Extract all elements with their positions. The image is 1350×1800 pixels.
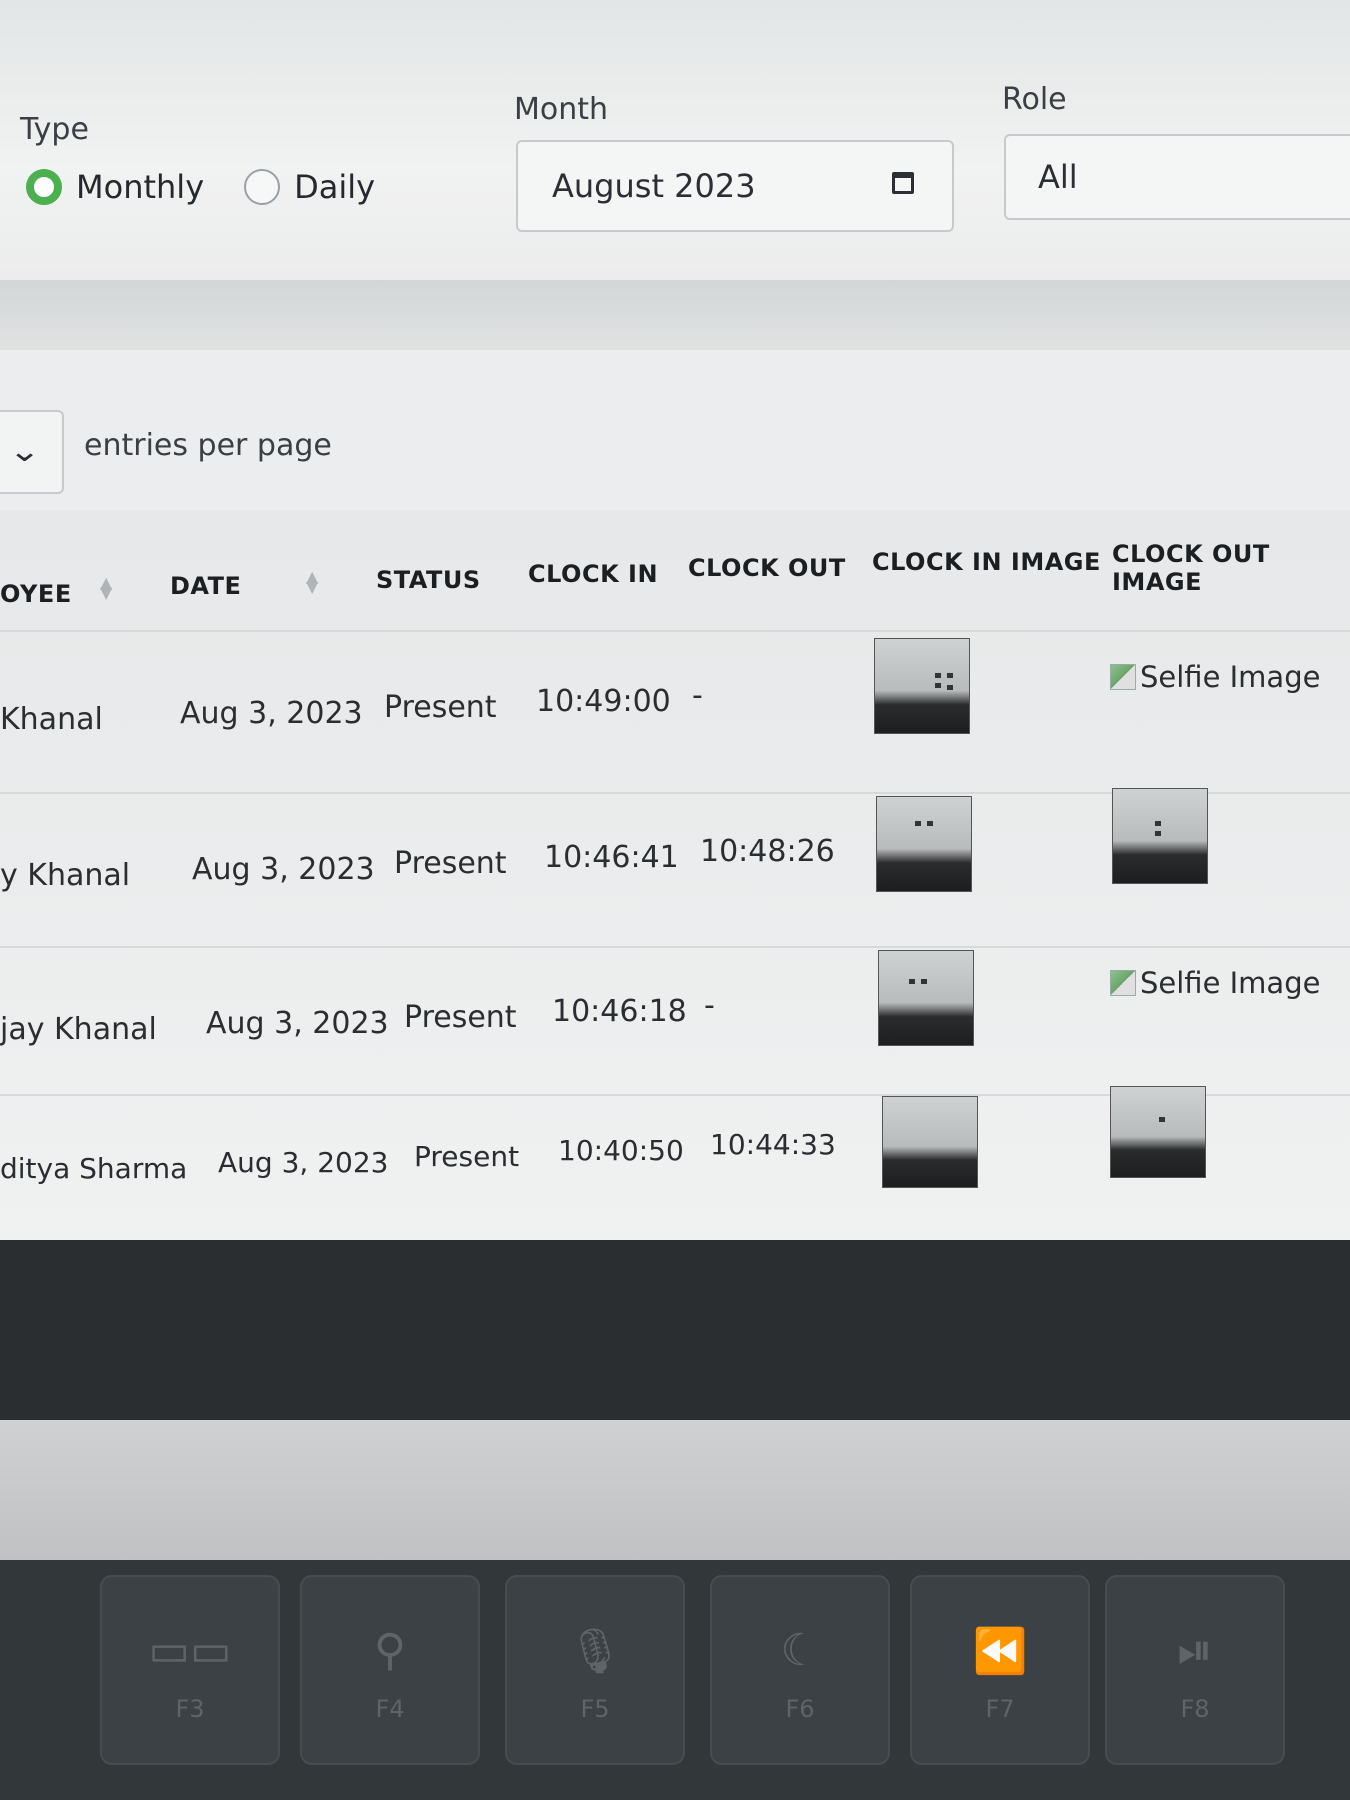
attendance-table: OYEE ▲ ▼ DATE ▲ ▼ STATUS CLOCK IN CLOCK OU…: [0, 510, 1350, 1240]
filter-card: Type Monthly Daily Month August 2023 Rol…: [0, 0, 1350, 280]
cell-date: Aug 3, 2023: [180, 696, 363, 731]
clock-in-image[interactable]: [878, 950, 974, 1046]
sort-icon[interactable]: ▲ ▼: [306, 569, 318, 595]
cell-status: Present: [414, 1140, 520, 1173]
radio-checked-icon: [26, 169, 62, 205]
row-divider: [0, 630, 1350, 632]
moon-icon: ☾: [780, 1625, 820, 1676]
radio-unchecked-icon: [244, 169, 281, 205]
cell-employee: Khanal: [0, 702, 103, 737]
broken-image-icon: [1110, 970, 1136, 996]
cell-clock-in: 10:49:00: [536, 684, 671, 719]
sort-icon[interactable]: ▲ ▼: [100, 575, 112, 601]
cell-date: Aug 3, 2023: [218, 1146, 389, 1179]
key-label: F6: [785, 1695, 815, 1723]
cell-clock-out: 10:44:33: [710, 1128, 836, 1161]
key-f5[interactable]: 🎙 F5: [505, 1575, 685, 1765]
type-label: Type: [20, 112, 89, 147]
clock-in-image[interactable]: [876, 796, 972, 892]
calendar-icon[interactable]: [892, 172, 914, 194]
mission-control-icon: ▭▭: [148, 1625, 232, 1676]
clock-out-image[interactable]: [1112, 788, 1208, 884]
col-clock-out-image[interactable]: CLOCK OUT IMAGE: [1112, 540, 1350, 596]
laptop-bezel: [0, 1240, 1350, 1420]
type-radio-group: Monthly Daily: [26, 168, 375, 206]
radio-monthly-label: Monthly: [76, 168, 205, 206]
cell-status: Present: [384, 690, 497, 725]
cell-employee: y Khanal: [0, 858, 131, 893]
radio-monthly[interactable]: Monthly: [26, 168, 204, 206]
cell-clock-in: 10:46:18: [552, 994, 687, 1029]
key-label: F3: [175, 1695, 205, 1723]
play-pause-icon: ⏯: [1177, 1625, 1213, 1676]
clock-out-image[interactable]: [1110, 1086, 1206, 1178]
broken-image-icon: [1110, 664, 1136, 690]
key-f3[interactable]: ▭▭ F3: [100, 1575, 280, 1765]
key-f8[interactable]: ⏯ F8: [1105, 1575, 1285, 1765]
cell-status: Present: [404, 1000, 517, 1035]
microphone-icon: 🎙: [567, 1626, 623, 1677]
key-label: F8: [1180, 1695, 1210, 1723]
rewind-icon: ⏪: [972, 1626, 1028, 1677]
clock-out-image[interactable]: Selfie Image: [1110, 966, 1320, 1000]
cell-clock-in: 10:40:50: [558, 1134, 684, 1167]
key-f6[interactable]: ☾ F6: [710, 1575, 890, 1765]
cell-status: Present: [394, 846, 507, 881]
cell-employee: jay Khanal: [0, 1012, 157, 1047]
role-label: Role: [1002, 82, 1067, 117]
clock-in-image[interactable]: [874, 638, 970, 734]
month-value: August 2023: [552, 167, 756, 205]
cell-date: Aug 3, 2023: [192, 852, 375, 887]
radio-daily[interactable]: Daily: [244, 168, 375, 206]
cell-clock-in: 10:46:41: [544, 840, 679, 875]
role-select[interactable]: All: [1004, 134, 1350, 220]
clock-out-image[interactable]: Selfie Image: [1110, 660, 1320, 694]
cell-clock-out: 10:48:26: [700, 834, 835, 869]
section-divider: [0, 280, 1350, 350]
cell-employee: ditya Sharma: [0, 1152, 188, 1185]
cell-date: Aug 3, 2023: [206, 1006, 389, 1041]
col-status[interactable]: STATUS: [376, 566, 481, 594]
key-f4[interactable]: ⚲ F4: [300, 1575, 480, 1765]
entries-per-page-select[interactable]: ⌄: [0, 410, 64, 494]
key-label: F7: [985, 1695, 1015, 1723]
image-alt-text: Selfie Image: [1140, 966, 1321, 1000]
col-clock-in-image[interactable]: CLOCK IN IMAGE: [872, 548, 1101, 576]
clock-in-image[interactable]: [882, 1096, 978, 1188]
col-clock-out[interactable]: CLOCK OUT: [688, 554, 846, 582]
month-input[interactable]: August 2023: [516, 140, 954, 232]
key-label: F5: [580, 1695, 610, 1723]
cell-clock-out: -: [692, 678, 703, 713]
row-divider: [0, 946, 1350, 948]
col-clock-in[interactable]: CLOCK IN: [528, 560, 658, 588]
entries-per-page-label: entries per page: [84, 428, 332, 463]
screen: Type Monthly Daily Month August 2023 Rol…: [0, 0, 1350, 1255]
radio-daily-label: Daily: [294, 168, 376, 206]
role-value: All: [1038, 158, 1078, 196]
laptop-deck: [0, 1420, 1350, 1560]
image-alt-text: Selfie Image: [1140, 660, 1321, 694]
key-label: F4: [375, 1695, 405, 1723]
chevron-down-icon: ⌄: [8, 434, 41, 469]
col-date[interactable]: DATE: [170, 572, 241, 600]
month-label: Month: [514, 92, 609, 127]
cell-clock-out: -: [704, 988, 715, 1023]
search-icon: ⚲: [373, 1625, 407, 1676]
key-f7[interactable]: ⏪ F7: [910, 1575, 1090, 1765]
col-employee[interactable]: OYEE: [0, 580, 72, 608]
